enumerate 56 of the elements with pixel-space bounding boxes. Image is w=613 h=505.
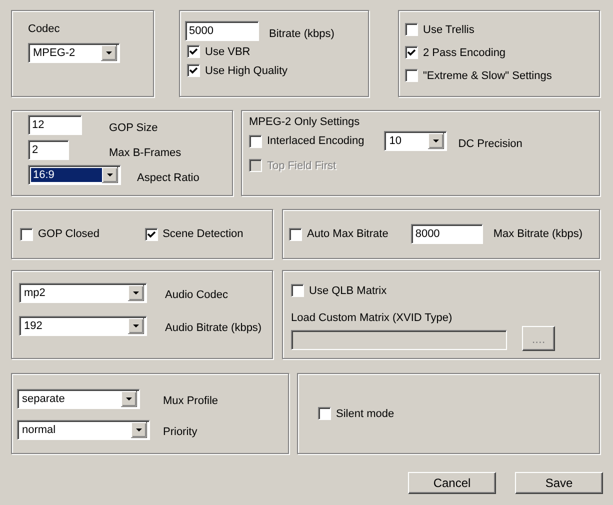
checkbox[interactable] xyxy=(249,134,262,148)
checkbox-label: 2 Pass Encoding xyxy=(423,46,506,58)
checkbox[interactable] xyxy=(318,407,331,420)
checkbox[interactable] xyxy=(405,69,418,82)
dropdown-arrow-button[interactable] xyxy=(128,285,144,301)
checkbox-label: Scene Detection xyxy=(162,228,244,240)
checkbox-label: Auto Max Bitrate xyxy=(307,228,388,240)
field-label: Max Bitrate (kbps) xyxy=(493,228,583,240)
input-field[interactable]: 12 xyxy=(28,115,82,135)
checkbox-label: Use QLB Matrix xyxy=(309,284,387,296)
dropdown-arrow-button[interactable] xyxy=(101,45,117,61)
field-label: Bitrate (kbps) xyxy=(269,28,334,41)
field-label: Load Custom Matrix (XVID Type) xyxy=(291,312,452,325)
field-label: Aspect Ratio xyxy=(137,172,200,185)
dropdown[interactable]: 16:9 xyxy=(28,165,121,185)
field-label: Mux Profile xyxy=(163,395,218,408)
field-label: MPEG-2 Only Settings xyxy=(249,116,360,129)
checkbox-label: Interlaced Encoding xyxy=(267,135,364,147)
checkbox[interactable] xyxy=(291,284,304,297)
field-label: Audio Codec xyxy=(165,289,228,302)
dropdown-arrow-button[interactable] xyxy=(102,167,118,183)
field-label: Max B-Frames xyxy=(109,147,182,160)
checkbox-label: GOP Closed xyxy=(38,228,100,240)
checkbox[interactable] xyxy=(405,46,418,59)
checkbox[interactable] xyxy=(20,228,33,240)
checkbox-label: Silent mode xyxy=(336,408,394,420)
checkbox[interactable] xyxy=(187,64,200,77)
checkbox[interactable] xyxy=(187,45,200,58)
field-label: DC Precision xyxy=(458,138,522,150)
dialog-button[interactable]: Cancel xyxy=(408,472,496,494)
dropdown[interactable]: 10 xyxy=(384,131,448,151)
input-field[interactable]: 8000 xyxy=(411,224,484,244)
checkbox-label: Use VBR xyxy=(205,46,250,58)
checkbox-label: Use Trellis xyxy=(423,24,474,36)
dropdown-arrow-button[interactable] xyxy=(128,318,144,334)
field-label: Audio Bitrate (kbps) xyxy=(165,322,262,335)
dropdown-arrow-button[interactable] xyxy=(131,422,147,438)
checkbox-label: "Extreme & Slow" Settings xyxy=(423,70,552,82)
dropdown[interactable]: 192 xyxy=(19,316,147,336)
dialog-button[interactable]: Save xyxy=(515,472,603,494)
dropdown-arrow-button[interactable] xyxy=(121,391,137,407)
dropdown-arrow-button[interactable] xyxy=(428,133,444,149)
dropdown[interactable]: separate xyxy=(17,389,140,409)
field-label: Priority xyxy=(163,426,198,439)
field-label: Codec xyxy=(28,23,60,36)
dropdown[interactable]: MPEG-2 xyxy=(28,43,120,63)
checkbox-label: Use High Quality xyxy=(205,64,288,76)
field-label: GOP Size xyxy=(109,122,158,135)
checkbox[interactable] xyxy=(289,228,302,240)
checkbox[interactable] xyxy=(405,23,418,36)
checkbox-label: Top Field First xyxy=(267,160,336,172)
dropdown[interactable]: mp2 xyxy=(19,283,147,303)
dropdown[interactable]: normal xyxy=(17,420,150,440)
input-field[interactable]: 5000 xyxy=(185,21,259,41)
checkbox[interactable] xyxy=(144,228,158,240)
input-field[interactable]: 2 xyxy=(28,140,69,160)
